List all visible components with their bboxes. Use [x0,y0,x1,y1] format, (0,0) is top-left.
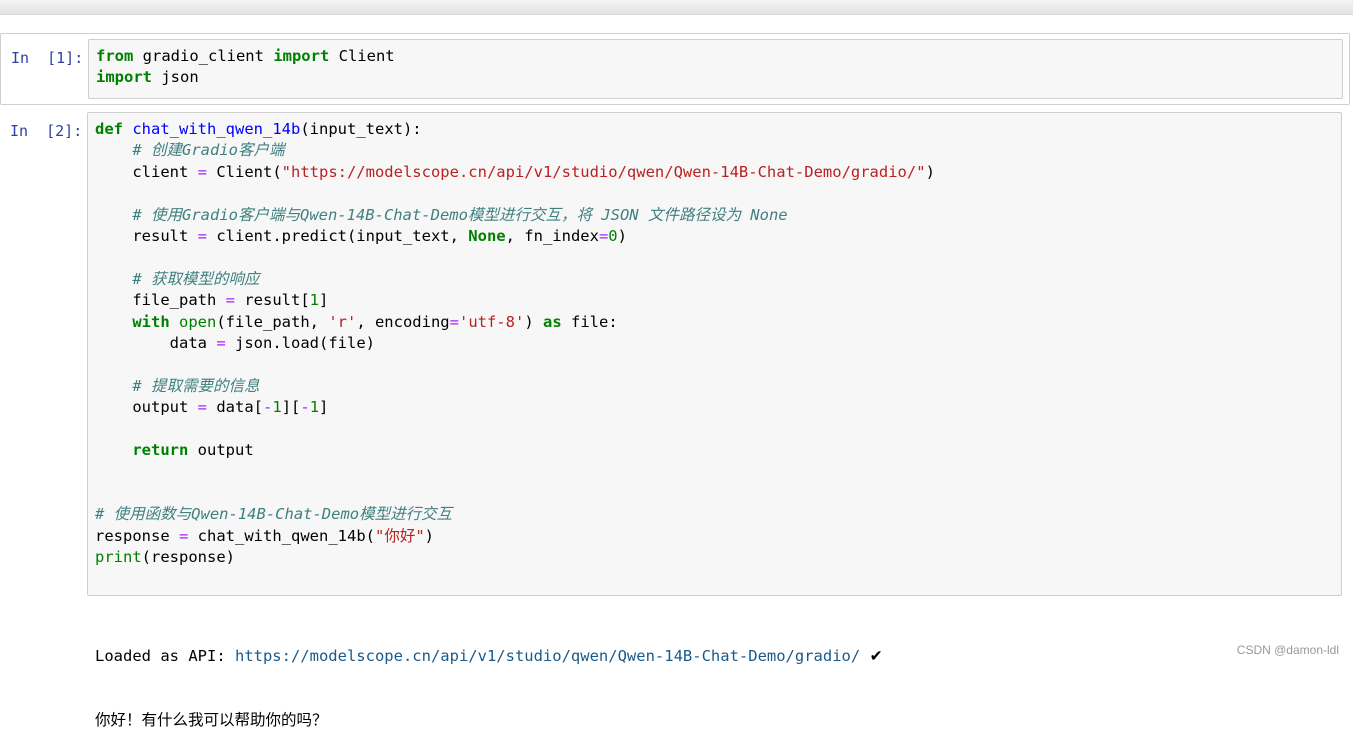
code-text[interactable]: from gradio_client import Client import j… [96,46,395,89]
code-line: # 使用函数与Qwen-14B-Chat-Demo模型进行交互 [95,505,453,524]
code-line: output = data[-1][-1] [95,398,329,417]
code-line: data = json.load(file) [95,334,375,353]
watermark: CSDN @damon-ldl [1236,643,1339,657]
code-line: # 使用Gradio客户端与Qwen-14B-Chat-Demo模型进行交互，将… [132,205,788,224]
code-line: # 创建Gradio客户端 [132,141,285,160]
cell-prompt: In [1]: [11,49,84,67]
code-line: client = Client("https://modelscope.cn/a… [95,162,935,181]
code-line: result = client.predict(input_text, None… [95,227,627,246]
code-line: import json [96,68,199,87]
code-line: def chat_with_qwen_14b(input_text): [95,120,422,138]
notebook-toolbar-strip [0,0,1353,15]
output-api-url: https://modelscope.cn/api/v1/studio/qwen… [234,646,861,665]
code-line: # 获取模型的响应 [132,269,260,288]
output-line-loaded: Loaded as API: https://modelscope.cn/api… [95,646,883,667]
code-line: # 提取需要的信息 [132,376,260,395]
cell-output: Loaded as API: https://modelscope.cn/api… [95,603,883,753]
code-cell-1[interactable]: In [1]: from gradio_client import Client… [0,33,1350,105]
code-cell-2[interactable]: In [2]: def chat_with_qwen_14b(input_tex… [0,107,1348,596]
code-line: from gradio_client import Client [96,47,395,65]
output-loaded-prefix: Loaded as API: [95,646,235,665]
output-response-text: 你好！有什么我可以帮助你的吗？ [95,711,328,730]
check-icon: ✔ [869,646,883,665]
code-input-area[interactable]: def chat_with_qwen_14b(input_text): # 创建… [87,112,1342,596]
code-input-area[interactable]: from gradio_client import Client import j… [88,39,1343,99]
cell-prompt: In [2]: [10,122,83,140]
code-line: print(response) [95,548,235,567]
code-line: response = chat_with_qwen_14b("你好") [95,526,434,545]
code-line: file_path = result[1] [95,291,329,310]
code-text[interactable]: def chat_with_qwen_14b(input_text): # 创建… [95,119,935,569]
code-line: return output [132,441,254,460]
code-line: with open(file_path, 'r', encoding='utf-… [132,312,618,331]
